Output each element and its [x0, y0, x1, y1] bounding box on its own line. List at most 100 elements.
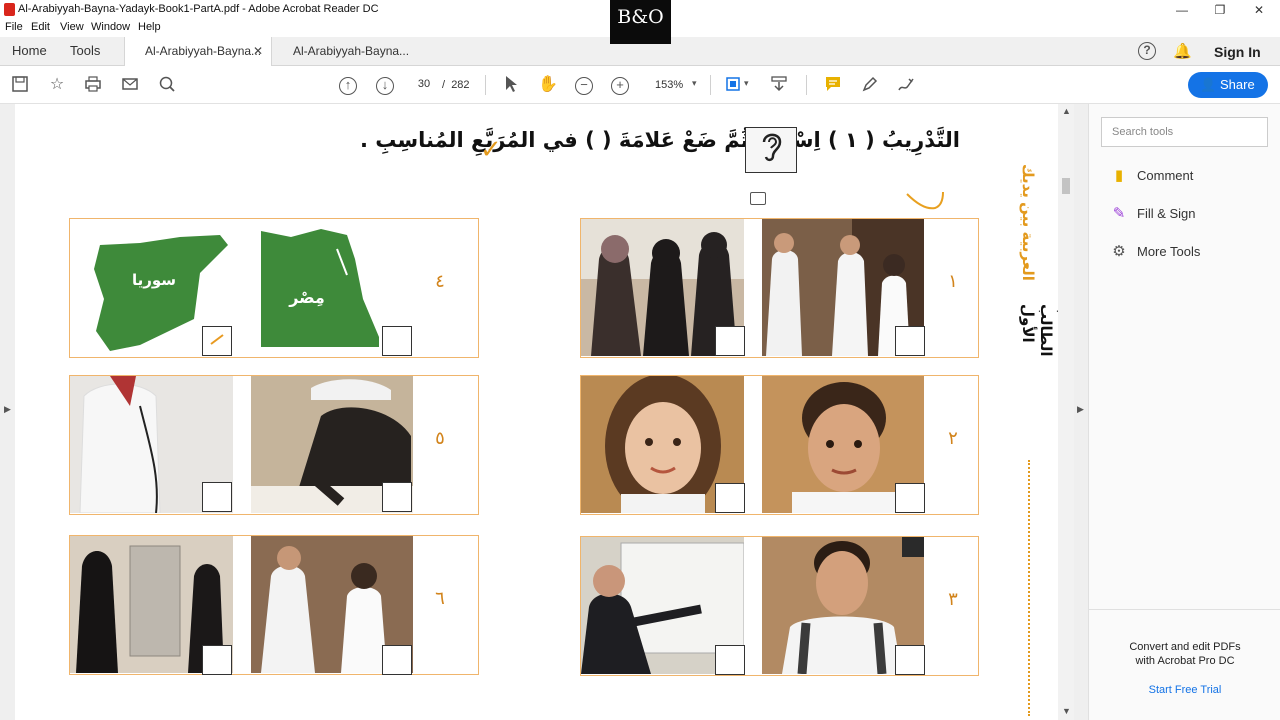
toolbar: ☆ ↑ ↓ 30 / 282 ✋ − + 153% ▾ ▾ 👤 Share — [0, 66, 1280, 104]
answer-checkbox[interactable] — [895, 645, 925, 675]
toolbar-divider — [806, 75, 807, 95]
book-side-title: العربية بين يديك كتاب الطالب الأول — [1018, 164, 1058, 364]
close-tab-icon[interactable]: ✕ — [253, 44, 263, 58]
tool-comment[interactable]: ▮ Comment — [1109, 166, 1194, 184]
scrolling-mode-icon[interactable] — [768, 75, 790, 97]
exercise-heading: التَّدْرِيبُ ( ١ ) اِسْتَمِعْ ثُمَّ ضَعْ… — [359, 128, 960, 152]
answer-checkbox[interactable] — [382, 482, 412, 512]
previous-page-icon[interactable]: ↑ — [339, 77, 357, 95]
minimize-button[interactable]: — — [1162, 1, 1202, 19]
zoom-in-icon[interactable]: + — [611, 77, 629, 95]
select-cursor-icon[interactable] — [500, 75, 522, 97]
answer-checkbox[interactable] — [382, 326, 412, 356]
add-person-icon: 👤 — [1200, 77, 1217, 92]
hand-tool-icon[interactable]: ✋ — [537, 75, 559, 97]
answer-checkbox[interactable] — [202, 482, 232, 512]
panel-divider — [1089, 609, 1280, 610]
card-number: ٦ — [435, 588, 445, 608]
tab-document-active[interactable]: Al-Arabiyyah-Bayna... ✕ — [124, 37, 272, 67]
exercise-card-6: ٦ — [69, 535, 479, 675]
menu-help[interactable]: Help — [138, 21, 161, 33]
right-collapse-strip: ▶ — [1074, 104, 1088, 720]
highlight-pen-icon[interactable] — [859, 75, 881, 97]
menu-window[interactable]: Window — [91, 21, 130, 33]
exercise-card-4: ٤ سوريا مِصْر — [69, 218, 479, 358]
tab-document-2[interactable]: Al-Arabiyyah-Bayna... — [273, 37, 423, 66]
sticky-note-icon[interactable] — [750, 192, 766, 205]
expand-left-panel-icon[interactable]: ▶ — [4, 404, 11, 415]
fit-page-chevron-icon[interactable]: ▾ — [744, 78, 749, 89]
checkmark-icon: ✓ — [480, 134, 502, 164]
bookmark-star-icon[interactable]: ☆ — [46, 75, 68, 97]
answer-checkbox[interactable] — [202, 645, 232, 675]
close-window-button[interactable]: ✕ — [1239, 1, 1279, 19]
email-icon[interactable] — [119, 75, 141, 97]
ear-listen-icon — [745, 127, 797, 173]
print-icon[interactable] — [82, 75, 104, 97]
menu-file[interactable]: File — [5, 21, 23, 33]
tools-pane: Search tools ▮ Comment ✎ Fill & Sign ⚙ More… — [1088, 104, 1280, 720]
scrollbar-thumb[interactable] — [1062, 178, 1070, 194]
sign-in-link[interactable]: Sign In — [1214, 44, 1261, 60]
map-label-syria: سوريا — [132, 271, 176, 289]
exercise-card-3: ٣ — [580, 536, 979, 676]
fit-page-icon[interactable] — [722, 75, 744, 97]
answer-checkbox[interactable] — [715, 483, 745, 513]
notifications-bell-icon[interactable]: 🔔 — [1173, 42, 1192, 60]
answer-checkbox[interactable] — [895, 483, 925, 513]
tool-more-tools-label: More Tools — [1137, 244, 1201, 259]
exercise-card-1: ١ — [580, 218, 979, 358]
share-button[interactable]: 👤 Share — [1188, 72, 1268, 98]
help-icon[interactable]: ? — [1138, 42, 1156, 60]
answer-checkbox[interactable] — [715, 326, 745, 356]
maximize-button[interactable]: ❐ — [1200, 1, 1240, 19]
tab-document-label: Al-Arabiyyah-Bayna... — [293, 44, 410, 58]
exercise-card-2: ٢ — [580, 375, 979, 515]
page-number-input[interactable]: 30 — [410, 78, 438, 94]
scroll-up-arrow-icon[interactable]: ▲ — [1062, 106, 1071, 116]
tab-home[interactable]: Home — [12, 43, 47, 58]
search-tools-input[interactable]: Search tools — [1101, 117, 1268, 147]
search-zoom-icon[interactable] — [156, 75, 178, 97]
window-title: Al-Arabiyyah-Bayna-Yadayk-Book1-PartA.pd… — [18, 3, 379, 15]
page-total-count: 282 — [451, 79, 470, 91]
vertical-scrollbar[interactable]: ▲ ▼ — [1058, 104, 1074, 720]
card-number: ٣ — [948, 589, 958, 609]
tab-document-label: Al-Arabiyyah-Bayna... — [145, 44, 262, 58]
comment-tool-icon[interactable] — [822, 75, 844, 97]
answer-checkbox[interactable] — [895, 326, 925, 356]
document-page[interactable]: التَّدْرِيبُ ( ١ ) اِسْتَمِعْ ثُمَّ ضَعْ… — [15, 104, 1058, 720]
menu-view[interactable]: View — [60, 21, 84, 33]
comment-icon: ▮ — [1114, 167, 1124, 184]
answer-checkbox[interactable] — [715, 645, 745, 675]
map-label-egypt: مِصْر — [288, 288, 325, 307]
sign-pen-icon[interactable] — [895, 75, 917, 97]
collapse-right-panel-icon[interactable]: ▶ — [1077, 404, 1084, 415]
fill-sign-icon: ✎ — [1112, 205, 1126, 222]
book-series-title: العربية بين يديك — [1019, 164, 1036, 281]
answer-checkbox[interactable] — [382, 645, 412, 675]
book-volume-title: كتاب الطالب الأول — [1019, 304, 1058, 357]
share-label: Share — [1220, 77, 1255, 92]
card-number: ٥ — [435, 428, 445, 448]
card-number: ٢ — [948, 428, 958, 448]
next-page-icon[interactable]: ↓ — [376, 77, 394, 95]
tool-fill-sign[interactable]: ✎ Fill & Sign — [1109, 204, 1196, 222]
zoom-level-select[interactable]: 153% — [655, 79, 683, 91]
page-separator: / — [442, 79, 446, 91]
zoom-out-icon[interactable]: − — [575, 77, 593, 95]
tab-tools[interactable]: Tools — [70, 43, 100, 58]
scroll-down-arrow-icon[interactable]: ▼ — [1062, 706, 1071, 716]
tool-more-tools[interactable]: ⚙ More Tools — [1109, 242, 1200, 260]
answer-checkbox[interactable] — [202, 326, 232, 356]
tool-fill-sign-label: Fill & Sign — [1137, 206, 1196, 221]
start-free-trial-link[interactable]: Start Free Trial — [1089, 684, 1280, 696]
save-icon[interactable] — [9, 75, 31, 97]
zoom-dropdown-chevron-icon[interactable]: ▾ — [692, 78, 697, 89]
bo-overlay-logo: B&O — [610, 0, 671, 44]
exercise-card-5: ٥ — [69, 375, 479, 515]
card-number: ٤ — [435, 271, 445, 291]
toolbar-divider — [485, 75, 486, 95]
menu-edit[interactable]: Edit — [31, 21, 50, 33]
handwritten-check-icon — [210, 334, 224, 345]
